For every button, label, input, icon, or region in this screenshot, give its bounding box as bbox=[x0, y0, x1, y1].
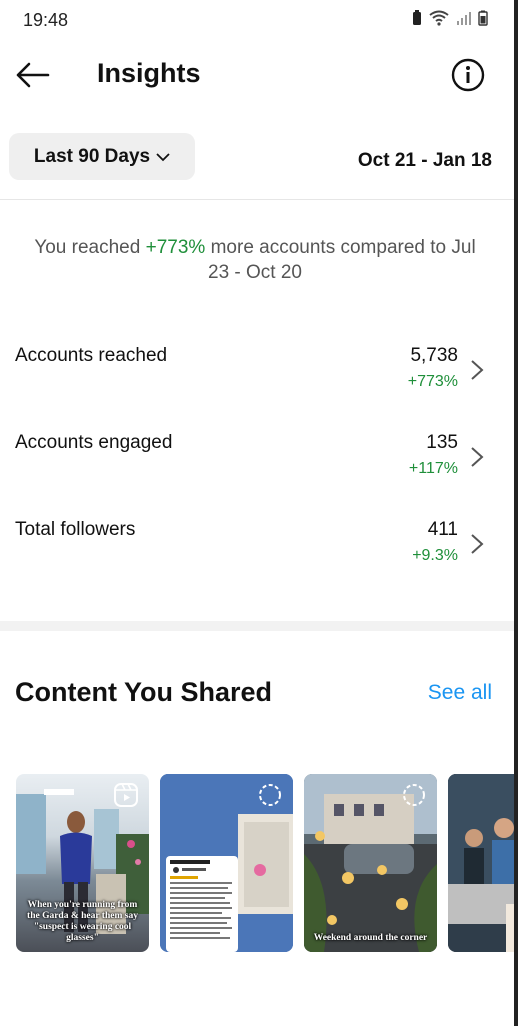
metric-value: 5,738 bbox=[410, 345, 458, 366]
date-range-dropdown-label: Last 90 Days bbox=[33, 145, 151, 167]
metric-delta: +9.3% bbox=[412, 547, 458, 564]
divider bbox=[0, 199, 514, 200]
info-icon[interactable] bbox=[451, 58, 485, 92]
status-time: 19:48 bbox=[23, 10, 69, 30]
page-title: Insights bbox=[97, 58, 201, 88]
back-arrow-icon[interactable] bbox=[14, 60, 50, 90]
screen-edge bbox=[514, 0, 518, 1026]
battery-icon bbox=[478, 10, 488, 26]
metric-row-accounts-reached[interactable]: Accounts reached 5,738 +773% bbox=[0, 345, 514, 415]
reel-icon bbox=[114, 783, 138, 807]
content-thumbnail[interactable]: Weekend around the corner bbox=[304, 774, 437, 952]
content-thumbnail[interactable] bbox=[160, 774, 293, 952]
metric-value: 135 bbox=[426, 432, 458, 453]
status-bar: 19:48 bbox=[0, 0, 518, 42]
metric-row-accounts-engaged[interactable]: Accounts engaged 135 +117% bbox=[0, 432, 514, 502]
carousel-icon bbox=[259, 784, 281, 806]
section-divider bbox=[0, 621, 514, 631]
status-icons bbox=[412, 10, 488, 26]
thumbnail-caption: Weekend around the corner bbox=[313, 933, 428, 943]
metric-delta: +117% bbox=[408, 460, 458, 477]
reach-summary: You reached +773% more accounts compared… bbox=[30, 235, 480, 285]
chevron-right-icon bbox=[471, 447, 484, 467]
chevron-right-icon bbox=[471, 360, 484, 380]
reach-summary-suffix: more accounts compared to Jul 23 - Oct 2… bbox=[205, 237, 476, 283]
wifi-icon bbox=[429, 10, 449, 26]
signal-icon bbox=[457, 12, 471, 25]
metric-label: Accounts engaged bbox=[15, 432, 173, 453]
metric-label: Total followers bbox=[15, 519, 136, 540]
date-range-text: Oct 21 - Jan 18 bbox=[357, 150, 492, 171]
metric-label: Accounts reached bbox=[15, 345, 168, 366]
section-title: Content You Shared bbox=[15, 677, 273, 707]
header: Insights bbox=[0, 50, 514, 102]
metric-delta: +773% bbox=[407, 373, 458, 390]
date-range-dropdown[interactable]: Last 90 Days bbox=[9, 133, 195, 180]
chevron-down-icon bbox=[156, 152, 170, 161]
see-all-link[interactable]: See all bbox=[428, 681, 492, 705]
carousel-icon bbox=[403, 784, 425, 806]
content-thumbnail[interactable] bbox=[448, 774, 514, 952]
thumbnail-caption: When you're running from the Garda & hea… bbox=[27, 900, 138, 943]
metric-value: 411 bbox=[427, 519, 458, 540]
battery-saver-icon bbox=[413, 10, 421, 25]
content-thumbnails: When you're running from the Garda & hea… bbox=[16, 774, 514, 952]
reach-summary-percent: +773% bbox=[145, 237, 206, 258]
reach-summary-prefix: You reached bbox=[34, 237, 146, 258]
content-thumbnail[interactable]: When you're running from the Garda & hea… bbox=[16, 774, 149, 952]
chevron-right-icon bbox=[471, 534, 484, 554]
metric-row-total-followers[interactable]: Total followers 411 +9.3% bbox=[0, 519, 514, 589]
thumbnail-photo bbox=[448, 774, 514, 952]
